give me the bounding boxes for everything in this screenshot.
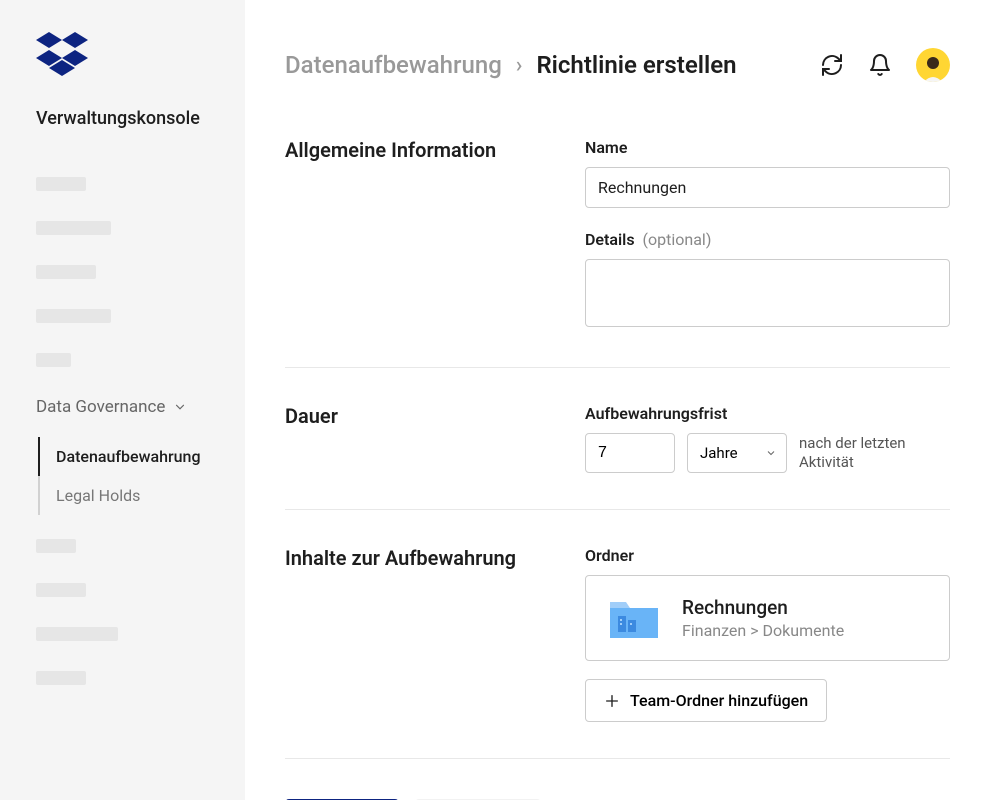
duration-value-input[interactable] (585, 433, 675, 473)
chevron-down-icon (173, 400, 187, 414)
page-header: Datenaufbewahrung › Richtlinie erstellen (285, 48, 950, 82)
sidebar-placeholder (36, 353, 71, 367)
breadcrumb-separator: › (516, 53, 523, 78)
breadcrumb-parent[interactable]: Datenaufbewahrung (285, 51, 502, 79)
sidebar-section-data-governance[interactable]: Data Governance (36, 397, 221, 417)
retention-label: Aufbewahrungsfrist (585, 404, 950, 423)
sidebar-placeholder (36, 265, 96, 279)
folder-name: Rechnungen (682, 596, 927, 619)
sidebar-placeholder (36, 671, 86, 685)
sidebar-placeholder (36, 627, 118, 641)
section-title-general: Allgemeine Information (285, 138, 585, 331)
section-content: Inhalte zur Aufbewahrung Ordner (285, 546, 950, 759)
duration-unit-select[interactable]: Jahre (687, 433, 787, 473)
header-actions (820, 48, 950, 82)
section-general: Allgemeine Information Name Details (opt… (285, 138, 950, 368)
bell-icon[interactable] (868, 53, 892, 77)
sidebar-section-label: Data Governance (36, 397, 165, 417)
sidebar-placeholder (36, 221, 111, 235)
avatar[interactable] (916, 48, 950, 82)
sidebar-item-data-retention[interactable]: Datenaufbewahrung (38, 437, 221, 476)
main-content: Datenaufbewahrung › Richtlinie erstellen… (245, 0, 990, 800)
section-duration: Dauer Aufbewahrungsfrist Jahre nach der … (285, 404, 950, 510)
sidebar-subitems: Datenaufbewahrung Legal Holds (38, 437, 221, 515)
sync-icon[interactable] (820, 53, 844, 77)
duration-after-text: nach der letzten Aktivität (799, 434, 939, 473)
section-title-content: Inhalte zur Aufbewahrung (285, 546, 585, 722)
details-label: Details (optional) (585, 230, 950, 249)
name-input[interactable] (585, 167, 950, 208)
sidebar-placeholder (36, 309, 111, 323)
form-actions: Erstellen Abbrechen (285, 795, 950, 800)
admin-console-title: Verwaltungskonsole (36, 108, 221, 129)
sidebar-item-legal-holds[interactable]: Legal Holds (40, 476, 221, 515)
name-label: Name (585, 138, 950, 157)
section-title-duration: Dauer (285, 404, 585, 473)
sidebar: Verwaltungskonsole Data Governance Daten… (0, 0, 245, 800)
folder-path: Finanzen > Dokumente (682, 621, 927, 640)
folder-item[interactable]: Rechnungen Finanzen > Dokumente (585, 575, 950, 661)
add-team-folder-button[interactable]: Team-Ordner hinzufügen (585, 679, 827, 722)
add-folder-label: Team-Ordner hinzufügen (630, 691, 808, 710)
team-folder-icon (608, 596, 660, 640)
plus-icon (604, 693, 620, 709)
dropbox-logo[interactable] (36, 32, 221, 80)
sidebar-placeholder (36, 583, 86, 597)
breadcrumb-current: Richtlinie erstellen (536, 51, 736, 79)
sidebar-placeholder (36, 539, 76, 553)
sidebar-placeholder (36, 177, 86, 191)
breadcrumb: Datenaufbewahrung › Richtlinie erstellen (285, 51, 737, 79)
folder-label: Ordner (585, 546, 950, 565)
details-input[interactable] (585, 259, 950, 327)
